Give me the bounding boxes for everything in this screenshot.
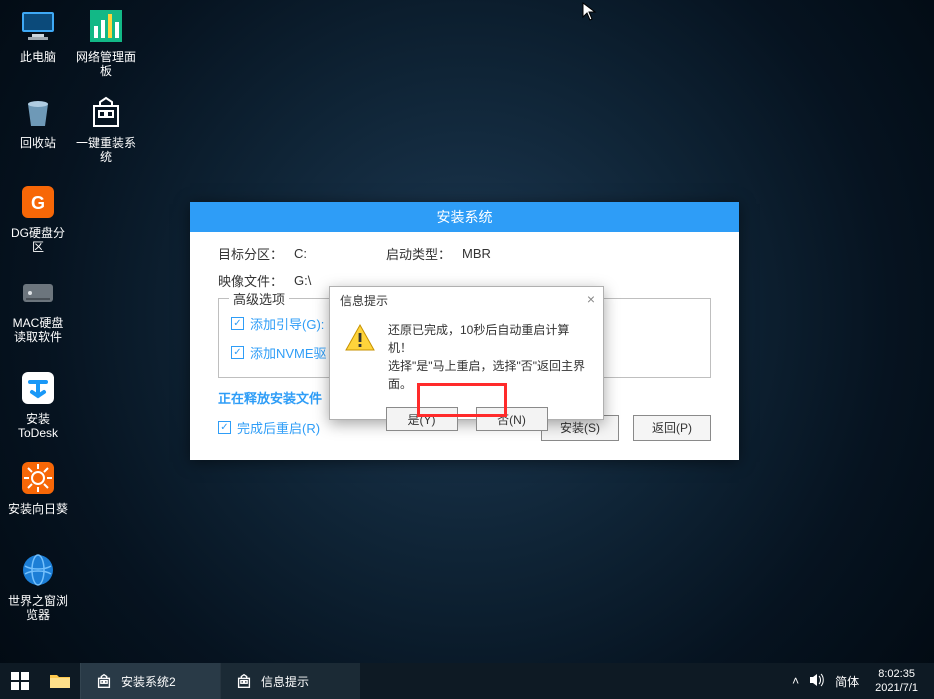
confirm-dialog: 信息提示 × 还原已完成，10秒后自动重启计算机！ 选择"是"马上重启，选择"否… [329, 286, 604, 420]
image-file-value: G:\ [294, 273, 311, 288]
reinstall-icon [95, 672, 113, 690]
no-button[interactable]: 否(N) [476, 407, 548, 431]
taskbar-item-dialog[interactable]: 信息提示 [220, 663, 360, 699]
boot-type-value: MBR [462, 246, 491, 261]
warning-icon [344, 321, 376, 355]
clock[interactable]: 8:02:35 2021/7/1 [869, 667, 924, 695]
pc-icon [18, 6, 58, 46]
desktop-icon-diskgenius[interactable]: G DG硬盘分区 [8, 182, 68, 254]
start-button[interactable] [0, 663, 40, 699]
ime-indicator[interactable]: 简体 [835, 673, 859, 690]
checkbox-add-boot[interactable]: ✓ 添加引导(G): [231, 314, 324, 333]
taskbar-item-label: 信息提示 [261, 673, 309, 690]
desktop-icon-this-pc[interactable]: 此电脑 [8, 6, 68, 64]
dg-icon: G [18, 182, 58, 222]
mac-disk-icon [18, 272, 58, 312]
icon-label: 回收站 [20, 136, 56, 150]
todesk-icon [18, 368, 58, 408]
desktop-icon-theworld[interactable]: 世界之窗浏览器 [8, 550, 68, 622]
back-button[interactable]: 返回(P) [633, 415, 711, 441]
taskbar-item-label: 安装系统2 [121, 673, 176, 690]
system-tray: ˄ 简体 8:02:35 2021/7/1 [792, 667, 934, 695]
close-icon[interactable]: × [587, 291, 595, 307]
globe-icon [18, 550, 58, 590]
yes-button[interactable]: 是(Y) [386, 407, 458, 431]
icon-label: 一键重装系统 [76, 136, 136, 164]
boot-type-label: 启动类型： [386, 244, 456, 263]
advanced-legend: 高级选项 [229, 289, 289, 308]
recycle-bin-icon [18, 92, 58, 132]
icon-label: 安装向日葵 [8, 502, 68, 516]
reinstall-icon [235, 672, 253, 690]
reinstall-icon [86, 92, 126, 132]
svg-text:G: G [31, 193, 45, 213]
clock-date: 2021/7/1 [875, 681, 918, 695]
installer-title: 安装系统 [190, 202, 739, 232]
desktop-icon-mac-disk[interactable]: MAC硬盘读取软件 [8, 272, 68, 344]
icon-label: 网络管理面板 [76, 50, 136, 78]
icon-label: 世界之窗浏览器 [8, 594, 68, 622]
icon-label: 此电脑 [20, 50, 56, 64]
desktop-icon-todesk[interactable]: 安装ToDesk [8, 368, 68, 440]
file-explorer-button[interactable] [40, 663, 80, 699]
icon-label: DG硬盘分区 [8, 226, 68, 254]
volume-icon[interactable] [809, 673, 825, 690]
dialog-line2: 选择"是"马上重启，选择"否"返回主界面。 [388, 357, 589, 393]
checkmark-icon: ✓ [231, 346, 244, 359]
taskbar: 安装系统2 信息提示 ˄ 简体 8:02:35 2021/7/1 [0, 663, 934, 699]
taskbar-item-installer[interactable]: 安装系统2 [80, 663, 220, 699]
image-file-label: 映像文件： [218, 271, 288, 290]
windows-icon [11, 672, 29, 690]
icon-label: MAC硬盘读取软件 [8, 316, 68, 344]
tray-chevron-icon[interactable]: ˄ [792, 674, 799, 688]
desktop-icon-network-panel[interactable]: 网络管理面板 [76, 6, 136, 78]
sunflower-icon [18, 458, 58, 498]
desktop-icon-sunflower[interactable]: 安装向日葵 [8, 458, 68, 516]
dialog-line1: 还原已完成，10秒后自动重启计算机！ [388, 321, 589, 357]
clock-time: 8:02:35 [875, 667, 918, 681]
target-partition-label: 目标分区： [218, 244, 288, 263]
checkbox-restart-after[interactable]: ✓ 完成后重启(R) [218, 418, 320, 437]
desktop-icon-reinstall[interactable]: 一键重装系统 [76, 92, 136, 164]
desktop-icon-recycle-bin[interactable]: 回收站 [8, 92, 68, 150]
icon-label: 安装ToDesk [8, 412, 68, 440]
dialog-title: 信息提示 [340, 292, 388, 309]
checkmark-icon: ✓ [231, 317, 244, 330]
target-partition-value: C: [294, 246, 380, 261]
folder-icon [49, 672, 71, 690]
checkmark-icon: ✓ [218, 421, 231, 434]
panel-icon [86, 6, 126, 46]
